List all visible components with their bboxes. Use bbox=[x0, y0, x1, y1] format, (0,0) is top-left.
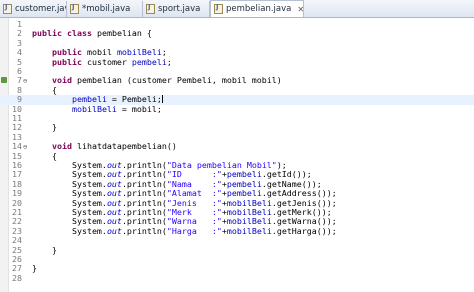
tab-customer-java[interactable]: customer.java bbox=[0, 1, 67, 17]
tab-label: pembelian.java bbox=[226, 4, 292, 14]
java-file-icon bbox=[3, 3, 12, 14]
code-text: void pembelian (customer Pembeli, mobil … bbox=[32, 76, 282, 85]
code-token: customer bbox=[81, 56, 132, 67]
code-token: System. bbox=[32, 225, 107, 236]
code-text: } bbox=[32, 244, 57, 255]
code-line[interactable]: 26 bbox=[0, 254, 474, 264]
code-line[interactable]: 5 public customer pembeli; bbox=[0, 56, 474, 67]
code-token: = mobil; bbox=[116, 103, 162, 114]
code-text: public class pembelian { bbox=[32, 29, 152, 38]
code-token: } bbox=[32, 244, 57, 255]
code-editor[interactable]: 1 2 public class pembelian {3 4 public mobi… bbox=[0, 18, 474, 292]
tab-sport-java[interactable]: sport.java bbox=[143, 1, 210, 17]
code-line[interactable]: 25 } bbox=[0, 244, 474, 255]
code-text: } bbox=[32, 264, 37, 273]
code-line[interactable]: 11 bbox=[0, 113, 474, 123]
tab-pembelian-java[interactable]: pembelian.java ✕ bbox=[210, 0, 304, 17]
code-text: mobilBeli = mobil; bbox=[32, 103, 162, 114]
code-token: "Harga :" bbox=[166, 225, 222, 236]
code-line[interactable]: 23 System.out.println("Harga :"+mobilBel… bbox=[0, 225, 474, 236]
code-line[interactable]: 12 } bbox=[0, 122, 474, 132]
code-line[interactable]: 10 mobilBeli = mobil; bbox=[0, 103, 474, 114]
code-token: .println( bbox=[121, 225, 167, 236]
code-token: public bbox=[51, 56, 82, 67]
code-line[interactable]: 2 public class pembelian { bbox=[0, 28, 474, 38]
text-cursor bbox=[161, 95, 163, 104]
java-file-icon bbox=[146, 3, 155, 14]
tab-label: *mobil.java bbox=[82, 4, 131, 14]
code-token: mobilBeli bbox=[226, 225, 272, 236]
code-token: public bbox=[32, 28, 62, 39]
annotation-marker-icon[interactable] bbox=[1, 77, 7, 84]
code-token: } bbox=[32, 263, 37, 274]
editor-tab-bar: customer.java *mobil.java sport.java pembel… bbox=[0, 0, 474, 18]
code-token: out bbox=[106, 225, 122, 236]
code-token: mobilBeli bbox=[71, 103, 117, 114]
code-token: pembelian (customer Pembeli, mobil mobil… bbox=[71, 75, 282, 86]
code-token: pembeli bbox=[131, 56, 167, 67]
code-token: pembelian { bbox=[91, 28, 152, 39]
code-token: ; bbox=[166, 56, 172, 67]
code-text: } bbox=[32, 123, 57, 132]
code-token: .getHarga()); bbox=[271, 225, 337, 236]
code-line[interactable]: 28 bbox=[0, 272, 474, 283]
tab-label: customer.java bbox=[15, 4, 66, 14]
code-line[interactable]: 24 bbox=[0, 235, 474, 245]
tab-label: sport.java bbox=[158, 4, 201, 14]
code-token: lihatdatapembelian() bbox=[71, 141, 177, 152]
java-file-icon bbox=[214, 3, 223, 14]
code-line[interactable]: 7 ⊖ void pembelian (customer Pembeli, mob… bbox=[0, 75, 474, 85]
code-text: public customer pembeli; bbox=[32, 56, 172, 67]
java-file-icon bbox=[70, 3, 79, 14]
code-token: class bbox=[66, 28, 92, 39]
code-line[interactable]: 14 ⊖ void lihatdatapembelian() bbox=[0, 141, 474, 152]
code-line[interactable]: 27} bbox=[0, 263, 474, 273]
line-number: 28 bbox=[12, 272, 22, 283]
code-token: } bbox=[32, 122, 57, 133]
close-tab-icon[interactable]: ✕ bbox=[297, 5, 303, 14]
tab-mobil-java[interactable]: *mobil.java bbox=[67, 1, 143, 17]
code-text: System.out.println("Harga :"+mobilBeli.g… bbox=[32, 225, 337, 236]
